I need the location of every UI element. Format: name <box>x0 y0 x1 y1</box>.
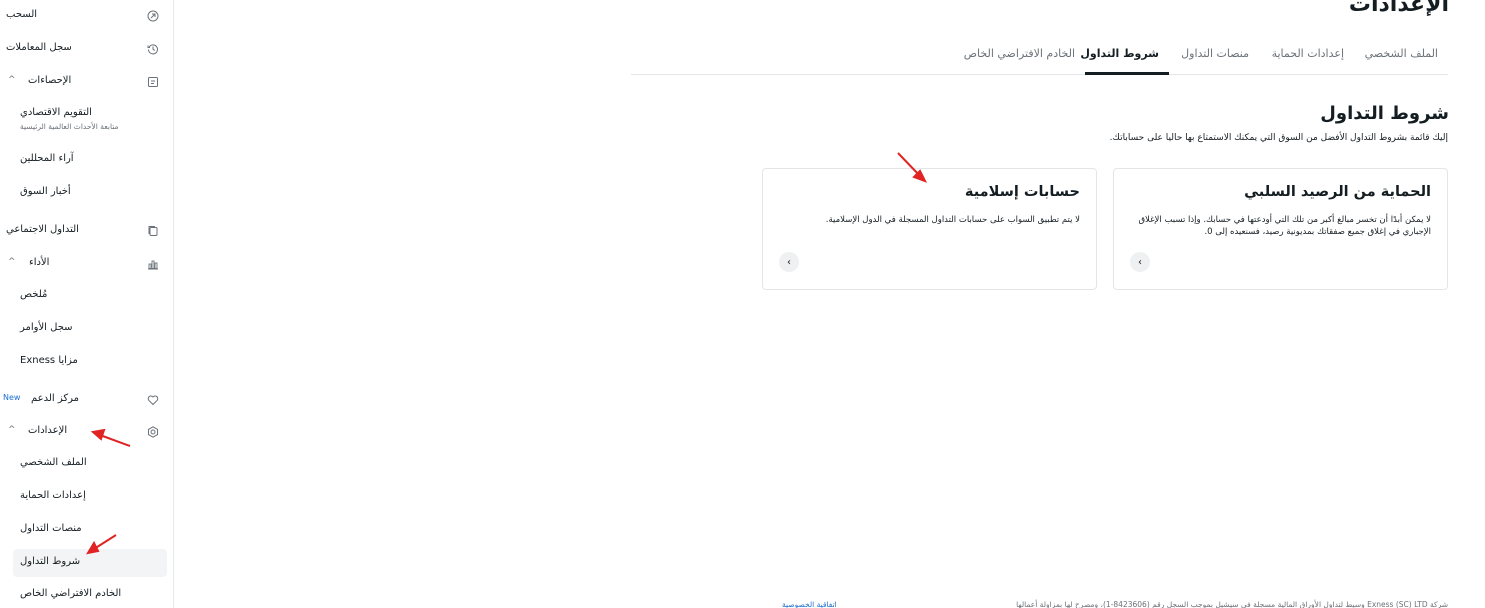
tab-security-settings[interactable]: إعدادات الحماية <box>1272 47 1344 60</box>
tab-bar: الملف الشخصي إعدادات الحماية منصات التدا… <box>631 35 1448 75</box>
sidebar-item-label: السحب <box>6 9 38 20</box>
tab-active-indicator <box>1085 72 1169 75</box>
card-expand-button[interactable]: ‹ <box>779 252 799 272</box>
card-description: لا يمكن أبدًا أن تخسر مبالغ أكبر من تلك … <box>1138 215 1431 237</box>
history-icon <box>147 43 159 55</box>
sidebar-item-history[interactable]: سجل المعاملات <box>0 41 173 59</box>
sidebar-subitem-summary[interactable]: مُلخص <box>20 289 47 300</box>
card-title: حسابات إسلامية <box>964 184 1080 200</box>
sidebar-subitem-security-settings[interactable]: إعدادات الحماية <box>20 490 86 501</box>
gear-icon <box>147 426 159 438</box>
sidebar-subitem-description: متابعة الأحداث العالمية الرئيسية <box>20 122 119 131</box>
tab-trading-conditions[interactable]: شروط التداول <box>1080 47 1159 60</box>
card-expand-button[interactable]: ‹ <box>1130 252 1150 272</box>
sidebar-item-label: سجل المعاملات <box>6 42 72 53</box>
stats-icon <box>147 76 159 88</box>
chevron-left-icon: ‹ <box>787 256 791 268</box>
copy-icon <box>147 225 159 237</box>
sidebar-subitem-exness-benefits[interactable]: مزايا Exness <box>20 355 78 366</box>
section-title: شروط التداول <box>1320 103 1449 124</box>
tab-vps[interactable]: الخادم الافتراضي الخاص <box>964 47 1075 60</box>
chevron-left-icon: ‹ <box>1138 256 1142 268</box>
card-title: الحماية من الرصيد السلبي <box>1244 184 1431 200</box>
sidebar-item-label: مركز الدعم <box>31 393 80 404</box>
sidebar-item-withdrawal[interactable]: السحب <box>0 8 173 26</box>
sidebar-subitem-vps[interactable]: الخادم الافتراضي الخاص <box>20 588 121 599</box>
sidebar-item-label: الأداء <box>29 257 50 268</box>
sidebar: السحب سجل المعاملات ^ الإحصاءات التقويم … <box>0 0 174 608</box>
tab-profile[interactable]: الملف الشخصي <box>1365 47 1438 60</box>
sidebar-subitem-trading-platforms[interactable]: منصات التداول <box>20 523 82 534</box>
heart-icon <box>147 394 159 406</box>
chevron-up-icon: ^ <box>8 257 16 267</box>
sidebar-subitem-profile[interactable]: الملف الشخصي <box>20 457 87 468</box>
chart-icon <box>147 258 159 270</box>
sidebar-subitem-analyst-views[interactable]: آراء المحللين <box>20 153 74 164</box>
sidebar-subitem-economic-calendar[interactable]: التقويم الاقتصادي <box>20 107 92 118</box>
card-negative-balance-protection[interactable]: الحماية من الرصيد السلبي لا يمكن أبدًا أ… <box>1113 168 1448 290</box>
privacy-agreement-link[interactable]: اتفاقية الخصوصية <box>782 600 837 608</box>
sidebar-item-support[interactable]: مركز الدعم <box>0 392 173 410</box>
sidebar-item-label: الإعدادات <box>28 425 68 436</box>
withdraw-icon <box>147 10 159 22</box>
card-description: لا يتم تطبيق السواب على حسابات التداول ا… <box>825 215 1080 225</box>
chevron-up-icon: ^ <box>8 75 16 85</box>
sidebar-item-social-trading[interactable]: التداول الاجتماعي <box>0 223 173 241</box>
sidebar-item-performance[interactable]: ^ الأداء <box>0 256 173 274</box>
page-title: الإعدادات <box>1348 0 1449 17</box>
section-description: إليك قائمة بشروط التداول الأفضل من السوق… <box>1109 133 1448 143</box>
card-islamic-accounts[interactable]: حسابات إسلامية لا يتم تطبيق السواب على ح… <box>762 168 1097 290</box>
chevron-up-icon: ^ <box>8 425 16 435</box>
sidebar-subitem-order-history[interactable]: سجل الأوامر <box>20 322 73 333</box>
sidebar-item-label: الإحصاءات <box>28 75 72 86</box>
tab-trading-platforms[interactable]: منصات التداول <box>1181 47 1249 60</box>
sidebar-subitem-market-news[interactable]: أخبار السوق <box>20 186 71 197</box>
annotation-arrows <box>85 152 928 555</box>
sidebar-item-statistics[interactable]: ^ الإحصاءات <box>0 74 173 92</box>
sidebar-item-settings[interactable]: ^ الإعدادات <box>0 424 173 442</box>
footer-legal-text: شركة Exness (SC) LTD وسيط لتداول الأوراق… <box>1016 600 1448 608</box>
sidebar-subitem-trading-conditions[interactable]: شروط التداول <box>20 556 80 567</box>
sidebar-item-label: التداول الاجتماعي <box>6 224 79 235</box>
